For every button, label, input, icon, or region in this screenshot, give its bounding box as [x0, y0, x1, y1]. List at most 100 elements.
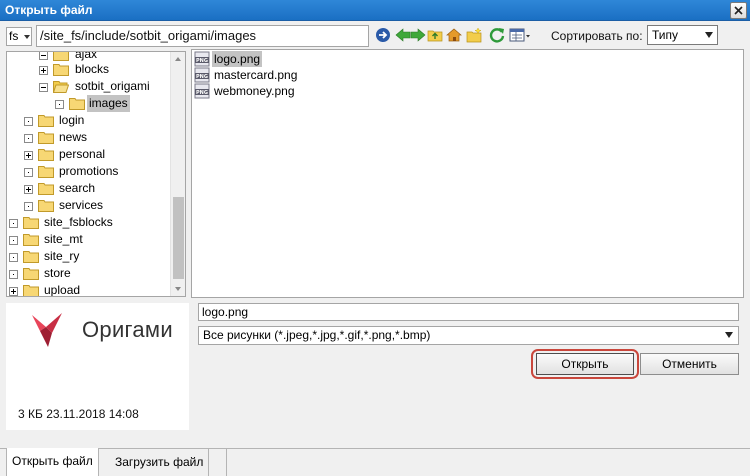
tree-item-label: site_fsblocks: [44, 215, 113, 229]
origami-logo-icon: [32, 313, 62, 347]
tree-item-site-ry[interactable]: site_ry: [7, 248, 177, 265]
site-selector[interactable]: fs: [6, 27, 32, 46]
folder-icon: [53, 52, 69, 61]
tree-item-label: sotbit_origami: [75, 79, 150, 93]
path-input[interactable]: /site_fs/include/sotbit_origami/images: [36, 25, 369, 47]
scroll-down-icon[interactable]: [175, 287, 181, 291]
cancel-button[interactable]: Отменить: [640, 353, 739, 375]
expand-icon[interactable]: [39, 52, 48, 60]
site-selector-value: fs: [9, 29, 19, 43]
expand-icon[interactable]: [9, 236, 18, 245]
up-folder-icon[interactable]: [427, 27, 443, 43]
file-info: 3 КБ 23.11.2018 14:08: [18, 407, 139, 421]
tree-item-label: services: [59, 198, 104, 212]
chevron-down-icon: [24, 35, 30, 39]
expand-icon[interactable]: [24, 168, 33, 177]
tree-item-personal[interactable]: personal: [7, 146, 177, 163]
expand-icon[interactable]: [24, 202, 33, 211]
refresh-icon[interactable]: [489, 27, 505, 43]
file-name: webmoney.png: [214, 84, 295, 98]
svg-text:PNG: PNG: [196, 58, 208, 64]
tree-item-images[interactable]: images: [7, 95, 177, 112]
tree-item-label: site_mt: [44, 232, 83, 246]
new-folder-icon[interactable]: [466, 27, 482, 43]
expand-icon[interactable]: [9, 219, 18, 228]
folder-icon: [69, 98, 85, 110]
window-titlebar: Открыть файл: [0, 0, 750, 21]
back-icon[interactable]: [395, 27, 411, 43]
expand-icon[interactable]: [24, 117, 33, 126]
folder-icon: [53, 64, 69, 76]
tree-item-label: site_ry: [44, 249, 80, 263]
tree-item-promotions[interactable]: promotions: [7, 163, 177, 180]
close-icon: [734, 6, 743, 15]
png-file-icon: PNG: [194, 51, 210, 67]
folder-tree[interactable]: ajax blocks sotbit_origami images login …: [6, 51, 186, 297]
sort-label: Сортировать по:: [551, 29, 643, 43]
png-file-icon: PNG: [194, 67, 210, 83]
sort-select[interactable]: Типу: [647, 25, 718, 45]
sort-select-value: Типу: [652, 28, 679, 42]
folder-icon: [38, 183, 54, 195]
bottom-tabs: Открыть файл Загрузить файл: [0, 448, 750, 476]
tree-item-upload[interactable]: upload: [7, 282, 177, 296]
folder-icon: [38, 115, 54, 127]
file-list[interactable]: PNG logo.png PNG mastercard.png PNG webm…: [191, 49, 744, 298]
folder-icon: [23, 285, 39, 296]
folder-icon: [23, 217, 39, 229]
file-name: logo.png: [212, 51, 263, 67]
scrollbar-thumb[interactable]: [173, 197, 184, 279]
tree-item-site-mt[interactable]: site_mt: [7, 231, 177, 248]
expand-icon[interactable]: [55, 100, 64, 109]
logo-text: Оригами: [82, 317, 173, 342]
tree-item-label: blocks: [75, 62, 110, 76]
forward-icon[interactable]: [410, 27, 426, 43]
folder-icon: [38, 132, 54, 144]
tree-item-label: news: [59, 130, 88, 144]
tree-item-store[interactable]: store: [7, 265, 177, 282]
folder-icon: [38, 200, 54, 212]
tree-item-site-fsblocks[interactable]: site_fsblocks: [7, 214, 177, 231]
svg-text:PNG: PNG: [196, 90, 208, 96]
open-button[interactable]: Открыть: [536, 353, 634, 375]
expand-icon[interactable]: [24, 151, 33, 160]
chevron-down-icon: [725, 332, 733, 338]
tree-item-services[interactable]: services: [7, 197, 177, 214]
view-mode-icon[interactable]: [509, 27, 531, 43]
window-title: Открыть файл: [5, 3, 93, 17]
tree-item-sotbit-origami[interactable]: sotbit_origami: [7, 78, 177, 95]
home-icon[interactable]: [446, 27, 462, 43]
chevron-down-icon: [705, 32, 713, 38]
expand-icon[interactable]: [24, 134, 33, 143]
file-type-filter-value: Все рисунки (*.jpeg,*.jpg,*.gif,*.png,*.…: [203, 328, 431, 342]
tree-item-label: images: [87, 95, 130, 112]
expand-icon[interactable]: [9, 253, 18, 262]
folder-icon: [23, 234, 39, 246]
toolbar: fs /site_fs/include/sotbit_origami/image…: [0, 21, 750, 49]
tree-item-label: promotions: [59, 164, 119, 178]
tree-item-news[interactable]: news: [7, 129, 177, 146]
tree-scrollbar[interactable]: [170, 52, 185, 296]
close-button[interactable]: [730, 2, 747, 19]
go-icon[interactable]: [375, 27, 391, 43]
expand-icon[interactable]: [9, 287, 18, 296]
tab-open-file[interactable]: Открыть файл: [6, 448, 99, 476]
file-name: mastercard.png: [214, 68, 298, 82]
tree-item-login[interactable]: login: [7, 112, 177, 129]
tree-item-label: personal: [59, 147, 106, 161]
tab-separator: [216, 449, 227, 476]
expand-icon[interactable]: [39, 66, 48, 75]
open-folder-icon: [53, 81, 69, 93]
tree-item-search[interactable]: search: [7, 180, 177, 197]
filename-input[interactable]: logo.png: [198, 303, 739, 321]
tab-upload-file[interactable]: Загрузить файл: [110, 449, 210, 476]
expand-icon[interactable]: [9, 270, 18, 279]
expand-icon[interactable]: [24, 185, 33, 194]
file-type-filter[interactable]: Все рисунки (*.jpeg,*.jpg,*.gif,*.png,*.…: [198, 326, 739, 345]
svg-text:PNG: PNG: [196, 74, 208, 80]
collapse-icon[interactable]: [39, 83, 48, 92]
file-preview: Оригами 3 КБ 23.11.2018 14:08: [6, 303, 189, 430]
tree-item-blocks[interactable]: blocks: [7, 61, 177, 78]
tree-item-label: login: [59, 113, 85, 127]
scroll-up-icon[interactable]: [175, 57, 181, 61]
